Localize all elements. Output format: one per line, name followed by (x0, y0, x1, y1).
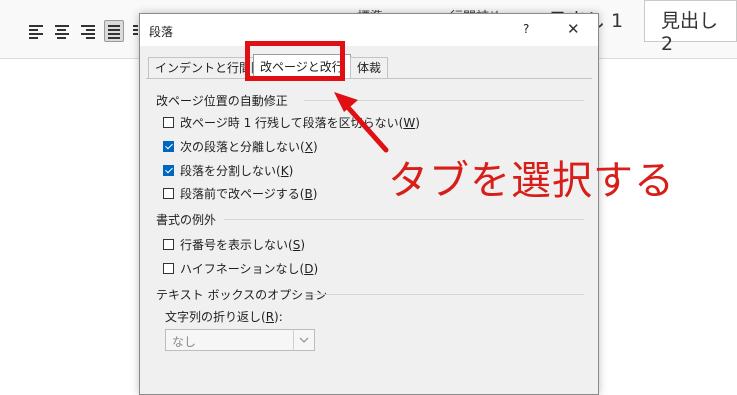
callout-text: タブを選択する (388, 158, 675, 204)
